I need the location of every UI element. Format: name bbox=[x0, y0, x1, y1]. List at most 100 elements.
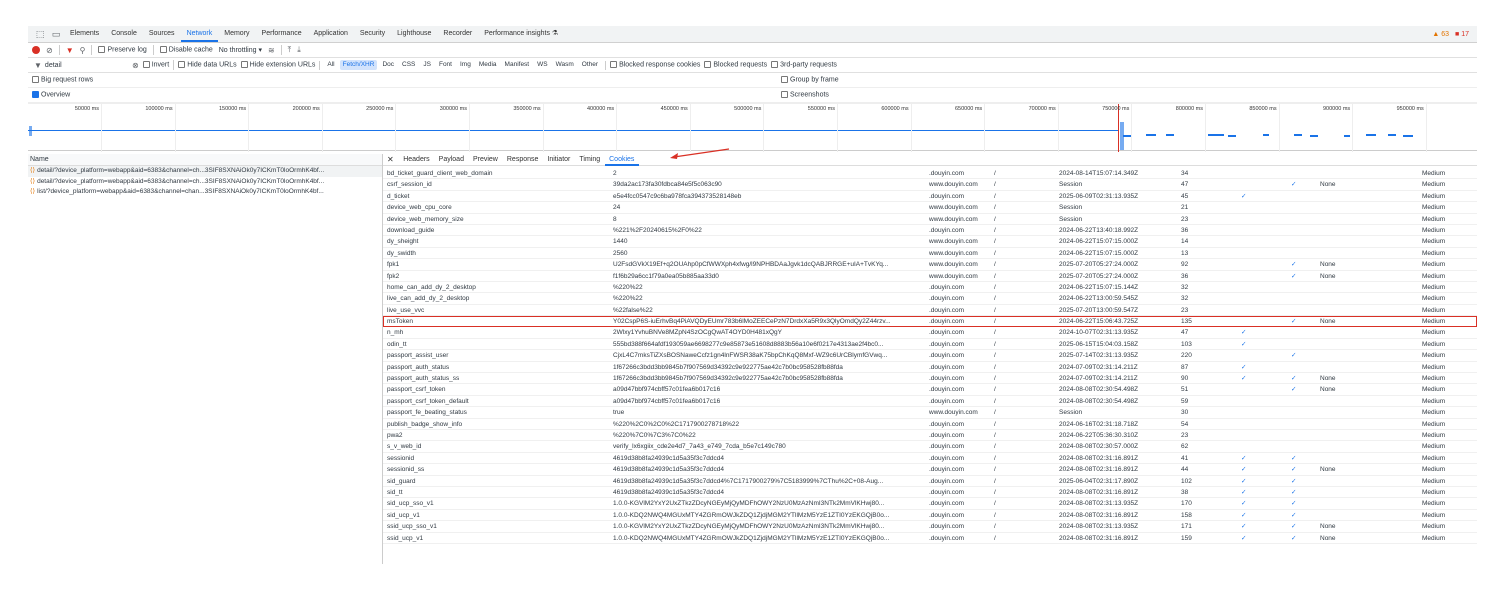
cookie-secure: ✓ bbox=[1291, 511, 1297, 519]
tab-preview[interactable]: Preview bbox=[468, 154, 502, 166]
tab-payload[interactable]: Payload bbox=[434, 154, 468, 166]
filter-type-media[interactable]: Media bbox=[476, 60, 500, 70]
tab-response[interactable]: Response bbox=[502, 154, 543, 166]
preserve-log-checkbox[interactable]: Preserve log bbox=[98, 46, 147, 54]
cookie-row[interactable]: live_use_vvc %22false%22 .douyin.com / 2025-… bbox=[383, 305, 1477, 317]
cookie-row[interactable]: bd_ticket_guard_client_web_domain 2 .douyi… bbox=[383, 168, 1477, 180]
tab-application[interactable]: Application bbox=[308, 26, 354, 42]
cookie-row[interactable]: s_v_web_id verify_lx6xgiix_cde2e4d7_7a43_… bbox=[383, 441, 1477, 453]
disable-cache-checkbox[interactable]: Disable cache bbox=[159, 46, 213, 54]
filter-type-img[interactable]: Img bbox=[457, 60, 474, 70]
request-row[interactable]: ⟨⟩ detail/?device_platform=webapp&aid=638… bbox=[28, 177, 382, 188]
tab-security[interactable]: Security bbox=[354, 26, 391, 42]
screenshots-checkbox[interactable]: Screenshots bbox=[781, 91, 829, 99]
cookie-row[interactable]: download_guide %221%2F20240615%2F0%22 .dou… bbox=[383, 225, 1477, 237]
cookie-row[interactable]: passport_fe_beating_status true www.douyin… bbox=[383, 407, 1477, 419]
filter-icon[interactable]: ▼ bbox=[66, 46, 74, 55]
cookie-row[interactable]: device_web_memory_size 8 www.douyin.com / Se… bbox=[383, 214, 1477, 225]
cookie-row[interactable]: dy_swidth 2560 www.douyin.com / 2024-06-22T1… bbox=[383, 248, 1477, 260]
group-by-frame-checkbox[interactable]: Group by frame bbox=[781, 76, 839, 84]
filter-type-fetch-xhr[interactable]: Fetch/XHR bbox=[339, 60, 378, 70]
export-har-icon[interactable]: ⤓ bbox=[297, 45, 301, 55]
close-details-icon[interactable]: ✕ bbox=[387, 155, 394, 164]
cookie-row[interactable]: passport_auth_status 1f67266c3bdd3bb9845b… bbox=[383, 362, 1477, 374]
cookie-row[interactable]: csrf_session_id 39da2ac173fa30fdbca84e5f5… bbox=[383, 179, 1477, 191]
cookie-row[interactable]: dy_sheight 1440 www.douyin.com / 2024-06-22T… bbox=[383, 236, 1477, 248]
warnings-count[interactable]: ▲ 63 bbox=[1432, 31, 1449, 38]
cookie-row[interactable]: d_ticket e5e4fcc0547c9c6ba978fca394373528… bbox=[383, 191, 1477, 203]
tab-recorder[interactable]: Recorder bbox=[437, 26, 478, 42]
cookie-row[interactable]: msToken Y02CspP6S-iuErhvBq4PiAVQDyEUmr783… bbox=[383, 316, 1477, 328]
cookie-row[interactable]: publish_badge_show_info %220%2C0%2C0%2C17… bbox=[383, 419, 1477, 430]
cookie-row[interactable]: ssid_ucp_v1 1.0.0-KDQ2NWQ4MGUxMTY4ZGRmOWJ… bbox=[383, 533, 1477, 544]
cookie-row[interactable]: n_mh 2Wlxy1YvhuBNVe8MZpN4SzOCgQwAT4OYD0H4… bbox=[383, 327, 1477, 339]
tab-performance-insights[interactable]: Performance insights ⚗ bbox=[478, 26, 564, 42]
invert-checkbox[interactable]: Invert bbox=[142, 61, 169, 69]
cookie-row[interactable]: sessionid_ss 4619d38b8fa24939c1d5a35f3c7d… bbox=[383, 464, 1477, 476]
tab-performance[interactable]: Performance bbox=[256, 26, 308, 42]
hide-extension-urls-checkbox[interactable]: Hide extension URLs bbox=[240, 61, 315, 69]
filter-type-css[interactable]: CSS bbox=[399, 60, 418, 70]
tab-lighthouse[interactable]: Lighthouse bbox=[391, 26, 437, 42]
cookie-httponly: ✓ bbox=[1241, 534, 1247, 542]
cookie-size: 47 bbox=[1181, 329, 1189, 337]
filter-type-other[interactable]: Other bbox=[579, 60, 601, 70]
import-har-icon[interactable]: ⤒ bbox=[288, 45, 292, 55]
blocked-response-cookies-checkbox[interactable]: Blocked response cookies bbox=[610, 61, 700, 69]
third-party-requests-checkbox[interactable]: 3rd-party requests bbox=[771, 61, 837, 69]
tab-cookies[interactable]: Cookies bbox=[604, 154, 639, 166]
tab-network[interactable]: Network bbox=[180, 26, 219, 42]
tab-elements[interactable]: Elements bbox=[64, 26, 105, 42]
filter-input[interactable]: ▼ detail bbox=[32, 60, 122, 71]
name-column-header[interactable]: Name bbox=[28, 154, 382, 166]
request-row[interactable]: ⟨⟩ list/?device_platform=webapp&aid=6383&… bbox=[28, 187, 382, 198]
cookie-row[interactable]: passport_csrf_token_default a09d47bbf974c… bbox=[383, 396, 1477, 408]
tab-console[interactable]: Console bbox=[105, 26, 143, 42]
filter-type-font[interactable]: Font bbox=[436, 60, 455, 70]
cookie-row[interactable]: sid_ucp_sso_v1 1.0.0-KGVlM2YxY2UxZTkzZDcy… bbox=[383, 498, 1477, 510]
cookie-row[interactable]: sessionid 4619d38b8fa24939c1d5a35f3c7ddcd… bbox=[383, 453, 1477, 465]
hide-data-urls-checkbox[interactable]: Hide data URLs bbox=[178, 61, 237, 69]
filter-type-doc[interactable]: Doc bbox=[379, 60, 397, 70]
cookie-row[interactable]: sid_guard 4619d38b8fa24939c1d5a35f3c7ddcd… bbox=[383, 476, 1477, 487]
cookie-row[interactable]: live_can_add_dy_2_desktop %220%22 .douyin.… bbox=[383, 293, 1477, 305]
filter-type-ws[interactable]: WS bbox=[534, 60, 550, 70]
clear-icon[interactable]: ⊘ bbox=[46, 46, 53, 55]
cookie-row[interactable]: ssid_ucp_sso_v1 1.0.0-KGVlM2YxY2UxZTkzZDc… bbox=[383, 521, 1477, 533]
blocked-requests-checkbox[interactable]: Blocked requests bbox=[704, 61, 767, 69]
cookie-row[interactable]: passport_assist_user CjxL4C7mksTiZXsBOSNa… bbox=[383, 350, 1477, 362]
tab-sources[interactable]: Sources bbox=[143, 26, 181, 42]
cookie-row[interactable]: pwa2 %220%7C0%7C3%7C0%22 .douyin.com / 2024-… bbox=[383, 430, 1477, 442]
device-toolbar-icon[interactable]: ▭ bbox=[48, 29, 64, 40]
clear-filter-icon[interactable]: ⊗ bbox=[132, 61, 139, 70]
cookie-row[interactable]: sid_ucp_v1 1.0.0-KDQ2NWQ4MGUxMTY4ZGRmOWJk… bbox=[383, 510, 1477, 522]
wifi-icon[interactable]: ≋ bbox=[268, 46, 275, 55]
throttling-select[interactable]: No throttling ▾ bbox=[219, 46, 262, 54]
inspect-element-icon[interactable]: ⬚ bbox=[32, 29, 48, 40]
filter-type-js[interactable]: JS bbox=[420, 60, 434, 70]
cookie-row[interactable]: fpk1 U2FsdGVkX19Ef+q2OUAhp0pCfWWXph4xfwg/… bbox=[383, 259, 1477, 271]
search-icon[interactable]: ⚲ bbox=[80, 46, 86, 55]
cookie-row[interactable]: passport_auth_status_ss 1f67266c3bdd3bb98… bbox=[383, 373, 1477, 385]
annotation-arrow bbox=[670, 148, 730, 159]
tab-headers[interactable]: Headers bbox=[399, 154, 434, 166]
errors-count[interactable]: ■ 17 bbox=[1455, 31, 1469, 38]
tab-timing[interactable]: Timing bbox=[575, 154, 605, 166]
cookie-row[interactable]: odin_tt 555bd388f664afdf193059ae6698277c9… bbox=[383, 339, 1477, 351]
big-request-rows-checkbox[interactable]: Big request rows bbox=[32, 76, 93, 84]
filter-type-wasm[interactable]: Wasm bbox=[553, 60, 577, 70]
record-button[interactable] bbox=[32, 46, 40, 54]
filter-type-all[interactable]: All bbox=[324, 60, 337, 70]
tab-memory[interactable]: Memory bbox=[218, 26, 255, 42]
cookie-row[interactable]: fpk2 f1f6b29a6cc1f79a0ea05b885aa33d0 www.d… bbox=[383, 271, 1477, 282]
cookie-row[interactable]: home_can_add_dy_2_desktop %220%22 .douyin.… bbox=[383, 282, 1477, 294]
overview-checkbox[interactable]: Overview bbox=[32, 91, 70, 99]
cookie-row[interactable]: passport_csrf_token a09d47bbf974cbff57c01… bbox=[383, 384, 1477, 396]
timeline-gridline bbox=[248, 104, 250, 152]
request-row[interactable]: ⟨⟩ detail/?device_platform=webapp&aid=638… bbox=[28, 166, 382, 177]
filter-type-manifest[interactable]: Manifest bbox=[502, 60, 533, 70]
cookie-row[interactable]: sid_tt 4619d38b8fa24939c1d5a35f3c7ddcd4 .d… bbox=[383, 487, 1477, 499]
tab-initiator[interactable]: Initiator bbox=[543, 154, 575, 166]
cookie-row[interactable]: device_web_cpu_core 24 www.douyin.com / Sess… bbox=[383, 202, 1477, 214]
timeline-overview[interactable]: 50000 ms 100000 ms 150000 ms 200000 ms 25000… bbox=[28, 103, 1477, 152]
